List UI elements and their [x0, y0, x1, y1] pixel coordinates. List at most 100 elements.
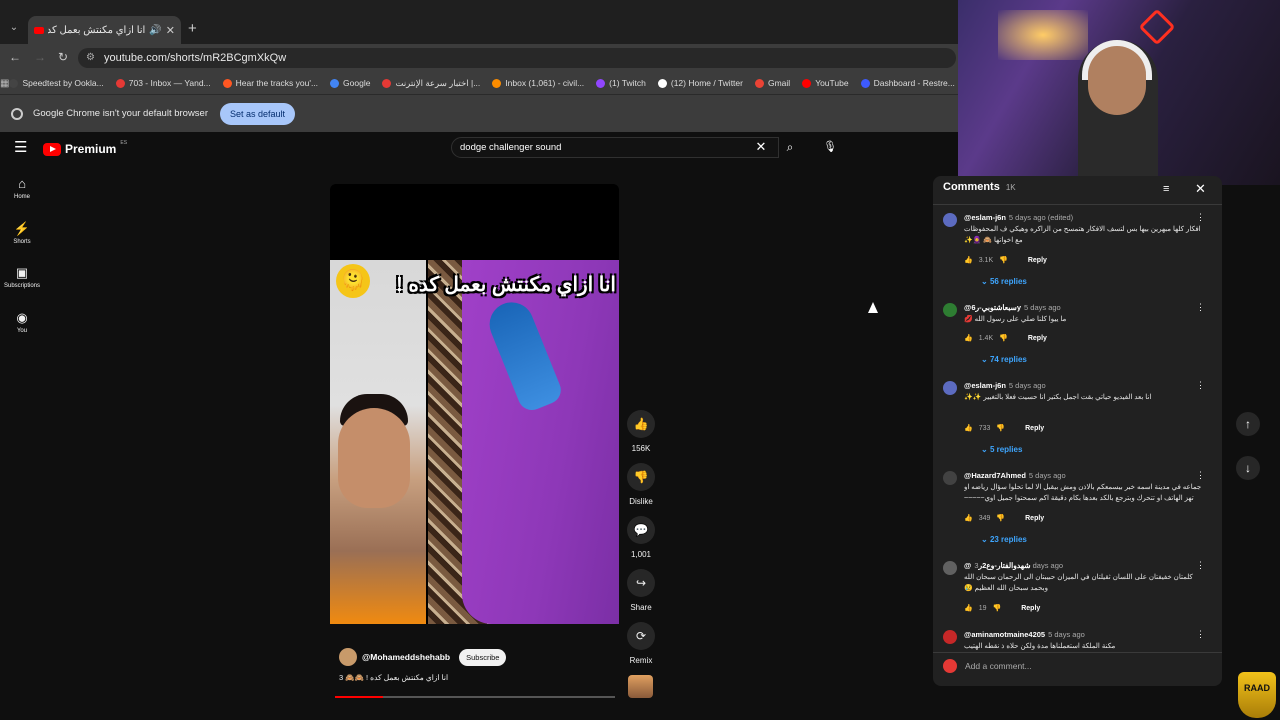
bookmark-label: Speedtest by Ookla...	[22, 78, 104, 88]
bookmark-label: Hear the tracks you'...	[235, 78, 319, 88]
comment-reply-button[interactable]: Reply	[1021, 605, 1040, 612]
comment-author[interactable]: @Hazard7Ahmed	[964, 471, 1026, 480]
next-short-icon[interactable]: ↓	[1236, 456, 1260, 480]
clear-search-icon[interactable]: ✕	[754, 140, 768, 154]
bookmark-item[interactable]: Speedtest by Ookla...	[9, 78, 104, 88]
close-comments-icon[interactable]: ✕	[1195, 181, 1206, 197]
sort-icon[interactable]: ≡	[1163, 183, 1169, 195]
bookmark-item[interactable]: Hear the tracks you'...	[222, 78, 319, 88]
comment-reply-button[interactable]: Reply	[1025, 515, 1044, 522]
microphone-icon[interactable]: 🎙	[822, 139, 838, 155]
bookmark-item[interactable]: اختبار سرعة الإنترنت |...	[382, 78, 480, 89]
comments-button[interactable]: 💬 1,001	[626, 516, 656, 559]
comment-more-icon[interactable]: ⋮	[1196, 560, 1205, 571]
forward-icon[interactable]: →	[33, 50, 47, 64]
comment-dislike-icon[interactable]: 👎	[999, 334, 1008, 342]
tab-close-icon[interactable]: ✕	[166, 24, 175, 37]
add-comment-input[interactable]: Add a comment...	[965, 661, 1032, 671]
dislike-button[interactable]: 👎 Dislike	[626, 463, 656, 506]
speaker-icon[interactable]: 🔊	[149, 25, 161, 36]
video-progress-bar[interactable]	[335, 696, 615, 698]
browser-tab[interactable]: انا ازاي مكنتش بعمل كده ! 🙈 🔊 ✕	[28, 16, 181, 44]
address-bar[interactable]: ⚙ youtube.com/shorts/mR2BCgmXkQw	[78, 48, 956, 68]
remix-icon: ⟳	[627, 622, 655, 650]
comment-more-icon[interactable]: ⋮	[1196, 470, 1205, 481]
tab-title: انا ازاي مكنتش بعمل كده ! 🙈	[48, 24, 146, 36]
short-caption[interactable]: انا ازاي مكنتش بعمل كده ! 🙈🙈 3	[339, 673, 459, 682]
bookmark-item[interactable]: Inbox (1,061) - civil...	[492, 78, 584, 88]
comment-dislike-icon[interactable]: 👎	[999, 256, 1008, 264]
comment-dislike-icon[interactable]: 👎	[996, 514, 1005, 522]
reload-icon[interactable]: ↻	[56, 50, 70, 64]
comment-header: @Hazard7Ahmed 5 days ago	[964, 471, 1066, 480]
subscribe-button[interactable]: Subscribe	[459, 648, 507, 666]
comment-replies-button[interactable]: ⌄ 5 replies	[981, 445, 1022, 454]
comment-replies-button[interactable]: ⌄ 56 replies	[981, 277, 1027, 286]
comment-actions: 👍 3.1K 👎 Reply	[964, 256, 1047, 265]
comment-author[interactable]: @aminamotmaine4205	[964, 630, 1045, 639]
channel-name[interactable]: @Mohameddshehabb	[362, 652, 450, 662]
search-input[interactable]: dodge challenger sound	[451, 137, 779, 158]
chevron-down-icon: ⌄	[981, 445, 990, 454]
bookmark-item[interactable]: 703 - Inbox — Yand...	[115, 78, 211, 88]
comment-avatar[interactable]	[943, 213, 957, 227]
comment-replies-button[interactable]: ⌄ 74 replies	[981, 355, 1027, 364]
comment-avatar[interactable]	[943, 630, 957, 644]
chevron-down-icon: ⌄	[981, 355, 990, 364]
comment-more-icon[interactable]: ⋮	[1196, 629, 1205, 640]
comment-reply-button[interactable]: Reply	[1025, 425, 1044, 432]
comment-dislike-icon[interactable]: 👎	[993, 604, 1002, 612]
sound-thumbnail[interactable]	[628, 675, 653, 698]
bookmark-favicon-icon	[222, 78, 232, 88]
sidebar-item-shorts[interactable]: ⚡ Shorts	[0, 221, 44, 245]
back-icon[interactable]: ←	[8, 50, 22, 64]
comment-author[interactable]: @سبعاشتوبي-ر6y	[964, 303, 1021, 312]
menu-icon[interactable]: ☰	[14, 140, 30, 156]
tab-search-chevron-icon[interactable]: ⌄	[6, 20, 22, 36]
remix-button[interactable]: ⟳ Remix	[626, 622, 656, 665]
bookmark-item[interactable]: Dashboard - Restre...	[860, 78, 955, 88]
comment-more-icon[interactable]: ⋮	[1196, 380, 1205, 391]
sidebar-item-home[interactable]: ⌂ Home	[0, 176, 44, 200]
comment-author[interactable]: @eslam-j6n	[964, 213, 1006, 222]
channel-avatar[interactable]	[339, 648, 357, 666]
comment-avatar[interactable]	[943, 561, 957, 575]
default-browser-infobar: Google Chrome isn't your default browser…	[0, 94, 958, 132]
like-button[interactable]: 👍 156K	[626, 410, 656, 453]
comment-like-icon[interactable]: 👍	[964, 604, 973, 612]
bookmark-label: Dashboard - Restre...	[873, 78, 955, 88]
comment-avatar[interactable]	[943, 303, 957, 317]
comment-reply-button[interactable]: Reply	[1028, 335, 1047, 342]
streamer-logo-icon	[1138, 8, 1176, 46]
comment-more-icon[interactable]: ⋮	[1196, 212, 1205, 223]
sidebar-item-subscriptions[interactable]: ▣ Subscriptions	[0, 265, 44, 289]
comment-author[interactable]: @eslam-j6n	[964, 381, 1006, 390]
previous-short-icon[interactable]: ↑	[1236, 412, 1260, 436]
new-tab-icon[interactable]: +	[188, 20, 202, 38]
bookmark-item[interactable]: (1) Twitch	[596, 78, 646, 88]
comment-text: جماعه في مدينة اسمه خبر بيسمعكم بالاذن و…	[964, 484, 1202, 502]
comment-like-icon[interactable]: 👍	[964, 424, 973, 432]
dislike-label: Dislike	[629, 497, 653, 506]
comment-avatar[interactable]	[943, 381, 957, 395]
bookmark-item[interactable]: YouTube	[802, 78, 849, 88]
bookmark-item[interactable]: (12) Home / Twitter	[657, 78, 743, 88]
comment-like-icon[interactable]: 👍	[964, 514, 973, 522]
comment-replies-button[interactable]: ⌄ 23 replies	[981, 535, 1027, 544]
comment-like-icon[interactable]: 👍	[964, 256, 973, 264]
comment-like-icon[interactable]: 👍	[964, 334, 973, 342]
comment-avatar[interactable]	[943, 471, 957, 485]
bookmark-item[interactable]: Google	[330, 78, 370, 88]
sidebar-item-you[interactable]: ◉ You	[0, 310, 44, 334]
comment-dislike-icon[interactable]: 👎	[996, 424, 1005, 432]
comment-like-count: 349	[978, 514, 991, 522]
comment-more-icon[interactable]: ⋮	[1196, 302, 1205, 313]
comment-reply-button[interactable]: Reply	[1028, 257, 1047, 264]
apps-grid-icon[interactable]: ▦	[0, 78, 9, 89]
set-as-default-button[interactable]: Set as default	[220, 102, 296, 125]
youtube-logo[interactable]: Premium ES	[43, 139, 127, 159]
share-button[interactable]: ↪ Share	[626, 569, 656, 612]
bookmark-item[interactable]: Gmail	[754, 78, 790, 88]
search-icon[interactable]: ⌕	[779, 137, 801, 158]
site-info-icon[interactable]: ⚙	[86, 48, 95, 68]
